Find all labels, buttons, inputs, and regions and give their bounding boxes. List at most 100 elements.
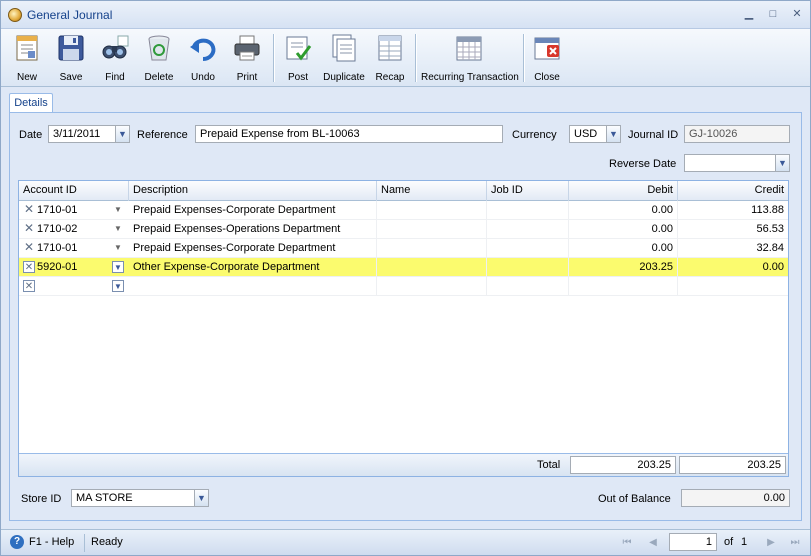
previous-page-icon[interactable]: ◀ [645,535,661,551]
status-bar: ? F1 - Help Ready ⏮ ◀ 1 of 1 ▶ ⏭ [1,529,810,555]
cell-debit[interactable]: 0.00 [569,220,678,239]
close-window-button[interactable]: ✕ [789,7,805,21]
toolbar: New Save Find Delete Undo Print Post Dup… [1,29,810,87]
tab-details[interactable]: Details [9,93,53,113]
cell-name[interactable] [377,201,487,220]
cell-description[interactable] [129,277,377,296]
recap-button[interactable]: Recap [371,31,409,85]
cell-credit[interactable]: 113.88 [678,201,788,220]
cell-name[interactable] [377,277,487,296]
cell-job-id[interactable] [487,277,569,296]
date-dropdown-chevron-icon[interactable]: ▼ [115,126,129,142]
cell-account-id[interactable]: 5920-01 [33,258,113,277]
date-field[interactable]: 3/11/2011 ▼ [48,125,130,143]
journal-id-label: Journal ID [628,129,679,141]
cell-name[interactable] [377,258,487,277]
cell-credit[interactable]: 32.84 [678,239,788,258]
undo-button[interactable]: Undo [183,31,223,85]
status-separator [84,534,85,552]
table-row[interactable]: ✕ 1710-02 ▼ Prepaid Expenses-Operations … [19,220,788,239]
table-row-selected[interactable]: ✕ 5920-01 ▼ Other Expense-Corporate Depa… [19,258,788,277]
help-icon[interactable]: ? [10,535,24,549]
cell-job-id[interactable] [487,220,569,239]
store-id-select[interactable]: MA STORE ▼ [71,489,209,507]
reference-field[interactable]: Prepaid Expense from BL-10063 [195,125,503,143]
cell-credit[interactable] [678,277,788,296]
recycle-bin-icon [148,35,170,61]
store-dropdown-chevron-icon[interactable]: ▼ [194,490,208,506]
table-row[interactable]: ✕ 1710-01 ▼ Prepaid Expenses-Corporate D… [19,201,788,220]
duplicate-icon [332,34,356,62]
save-button[interactable]: Save [51,31,91,85]
floppy-disk-icon [58,35,84,61]
binoculars-icon [102,35,129,59]
cell-debit[interactable]: 0.00 [569,239,678,258]
cell-account-id[interactable] [33,277,113,296]
reverse-date-field[interactable]: ▼ [684,154,790,172]
account-dropdown-chevron-icon[interactable]: ▼ [112,204,124,216]
store-id-label: Store ID [21,493,62,505]
page-total: 1 [741,536,748,548]
column-header-debit[interactable]: Debit [569,181,678,201]
cell-description[interactable]: Other Expense-Corporate Department [129,258,377,277]
journal-entries-grid: Account ID Description Name Job ID Debit… [18,180,789,477]
out-of-balance-label: Out of Balance [598,493,671,505]
currency-select[interactable]: USD ▼ [569,125,621,143]
table-row[interactable]: ✕ 1710-01 ▼ Prepaid Expenses-Corporate D… [19,239,788,258]
status-text: Ready [91,536,123,548]
next-page-icon[interactable]: ▶ [763,535,779,551]
recap-table-icon [378,35,402,61]
new-document-icon [16,35,38,61]
post-button[interactable]: Post [279,31,317,85]
cell-debit[interactable]: 203.25 [569,258,678,277]
undo-arrow-icon [190,38,216,61]
close-button[interactable]: Close [529,31,565,85]
account-dropdown-chevron-icon[interactable]: ▼ [112,223,124,235]
column-header-description[interactable]: Description [129,181,377,201]
last-page-icon[interactable]: ⏭ [787,535,803,551]
cell-credit[interactable]: 0.00 [678,258,788,277]
app-icon [8,8,22,22]
column-header-name[interactable]: Name [377,181,487,201]
title-bar: General Journal ▁ □ ✕ [1,1,810,29]
currency-dropdown-chevron-icon[interactable]: ▼ [606,126,620,142]
cell-debit[interactable] [569,277,678,296]
account-dropdown-chevron-icon[interactable]: ▼ [112,280,124,292]
toolbar-separator [523,34,524,82]
column-header-account-id[interactable]: Account ID [19,181,129,201]
account-dropdown-chevron-icon[interactable]: ▼ [112,242,124,254]
maximize-button[interactable]: □ [765,7,781,21]
grid-header: Account ID Description Name Job ID Debit… [19,181,788,201]
reverse-date-dropdown-chevron-icon[interactable]: ▼ [775,155,789,171]
cell-name[interactable] [377,220,487,239]
reverse-date-label: Reverse Date [609,158,677,170]
account-dropdown-chevron-icon[interactable]: ▼ [112,261,124,273]
find-button[interactable]: Find [95,31,135,85]
cell-debit[interactable]: 0.00 [569,201,678,220]
cell-name[interactable] [377,239,487,258]
new-button[interactable]: New [7,31,47,85]
recurring-transaction-button[interactable]: Recurring Transaction [421,31,519,85]
duplicate-button[interactable]: Duplicate [321,31,367,85]
column-header-credit[interactable]: Credit [678,181,788,201]
cell-job-id[interactable] [487,201,569,220]
cell-description[interactable]: Prepaid Expenses-Operations Department [129,220,377,239]
cell-credit[interactable]: 56.53 [678,220,788,239]
cell-description[interactable]: Prepaid Expenses-Corporate Department [129,239,377,258]
page-number-input[interactable]: 1 [669,533,717,551]
currency-label: Currency [512,129,557,141]
column-header-job-id[interactable]: Job ID [487,181,569,201]
toolbar-separator [273,34,274,82]
cell-job-id[interactable] [487,239,569,258]
first-page-icon[interactable]: ⏮ [619,535,635,551]
table-row-new[interactable]: ✕ ▼ [19,277,788,296]
minimize-button[interactable]: ▁ [741,7,757,21]
total-credit: 203.25 [679,456,786,474]
print-button[interactable]: Print [227,31,267,85]
cell-job-id[interactable] [487,258,569,277]
delete-button[interactable]: Delete [139,31,179,85]
total-label: Total [537,459,561,471]
close-window-icon [534,37,560,60]
cell-description[interactable]: Prepaid Expenses-Corporate Department [129,201,377,220]
grid-totals-footer: Total 203.25 203.25 [19,453,788,476]
